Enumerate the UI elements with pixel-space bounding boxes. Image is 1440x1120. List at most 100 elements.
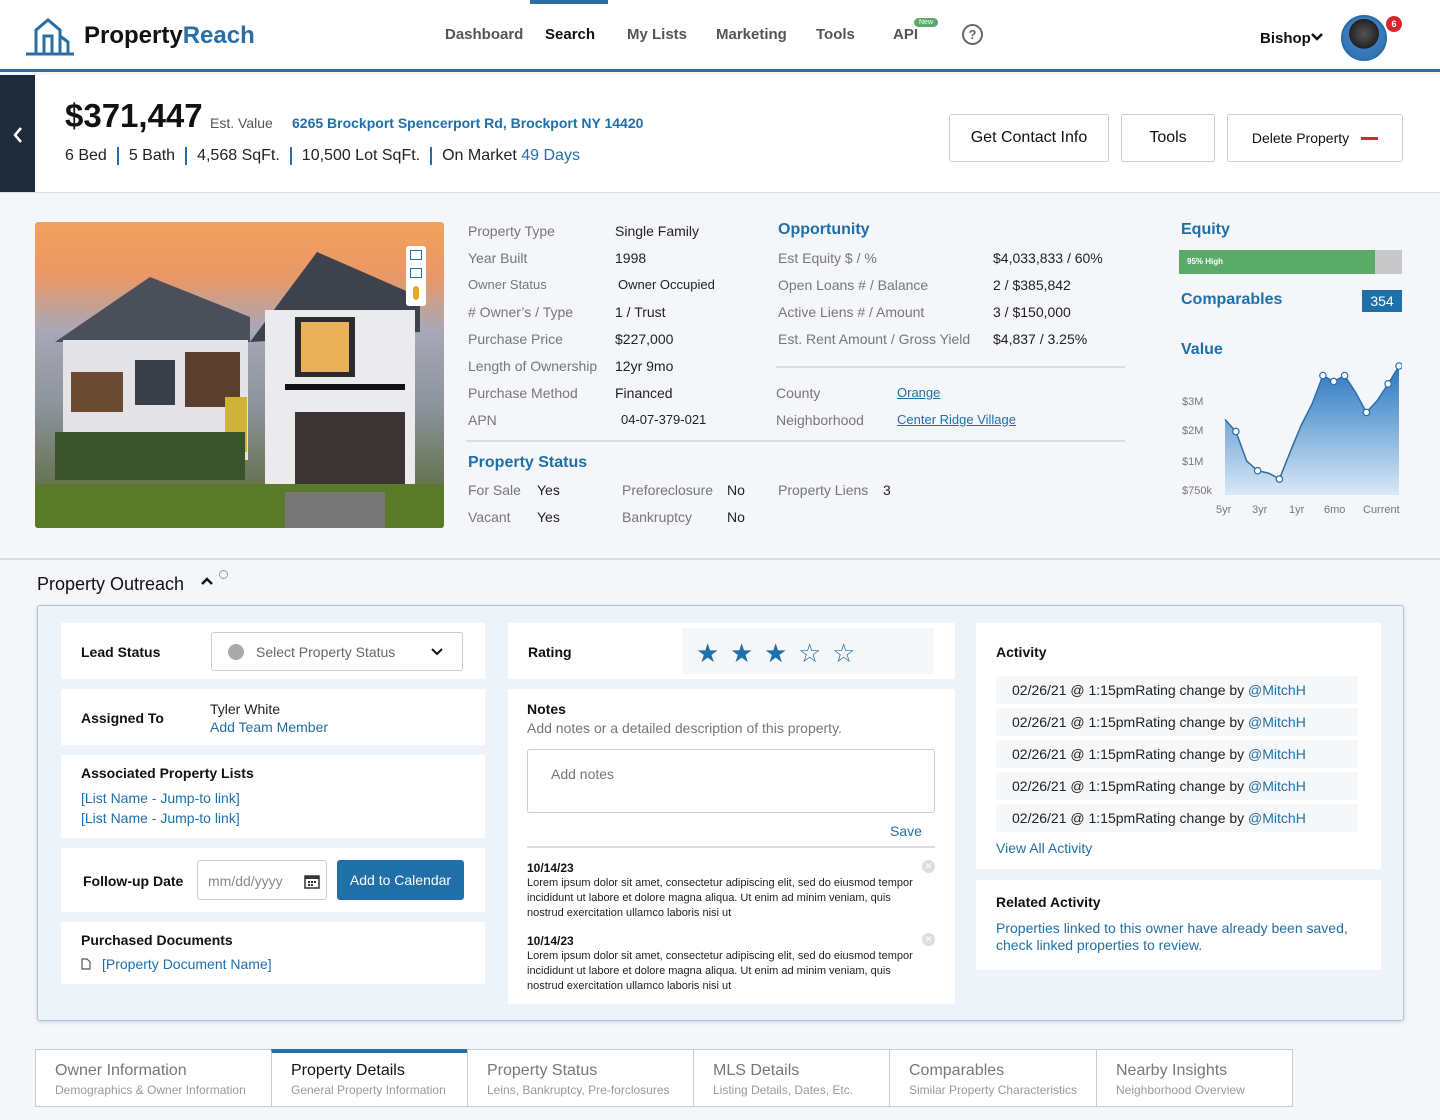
- add-to-calendar-button[interactable]: Add to Calendar: [337, 860, 464, 900]
- notes-label: Notes: [527, 701, 566, 717]
- detail-label: Owner Status: [468, 277, 547, 292]
- avatar[interactable]: [1341, 15, 1387, 61]
- activity-row: 02/26/21 @ 1:15pmRating change by @Mitch…: [996, 772, 1358, 800]
- detail-value: 1998: [615, 250, 647, 266]
- opportunity-value: $4,837 / 3.25%: [993, 331, 1088, 347]
- new-badge: New: [914, 18, 939, 27]
- notes-input[interactable]: Add notes: [527, 749, 935, 813]
- value-chart: [1224, 362, 1402, 495]
- photo-icon[interactable]: [410, 250, 422, 260]
- for-sale-label: For Sale: [468, 482, 521, 498]
- activity-user-link[interactable]: @MitchH: [1248, 746, 1306, 762]
- street-view-icon[interactable]: [413, 286, 419, 300]
- add-team-member-link[interactable]: Add Team Member: [210, 719, 328, 735]
- close-icon[interactable]: ✕: [922, 860, 935, 873]
- activity-row: 02/26/21 @ 1:15pmRating change by @Mitch…: [996, 708, 1358, 736]
- detail-label: Property Type: [468, 223, 555, 239]
- star-icon[interactable]: ☆: [798, 638, 821, 669]
- property-address[interactable]: 6265 Brockport Spencerport Rd, Brockport…: [292, 115, 643, 131]
- document-link[interactable]: [Property Document Name]: [102, 956, 272, 972]
- logo[interactable]: PropertyReach: [24, 16, 255, 56]
- lead-status-select[interactable]: Select Property Status: [211, 632, 463, 671]
- activity-user-link[interactable]: @MitchH: [1248, 778, 1306, 794]
- user-menu[interactable]: Bishop: [1260, 30, 1311, 47]
- divider: [466, 440, 1125, 442]
- value-point: [1232, 427, 1240, 436]
- nav-marketing[interactable]: Marketing: [716, 26, 787, 43]
- star-icon[interactable]: ★: [696, 638, 719, 669]
- nav-search[interactable]: Search: [545, 26, 595, 43]
- top-nav: PropertyReach Dashboard Search My Lists …: [0, 0, 1440, 72]
- delete-property-button[interactable]: Delete Property: [1227, 114, 1403, 162]
- chevron-left-icon: [12, 127, 22, 144]
- rating-label: Rating: [528, 644, 572, 660]
- detail-label: Length of Ownership: [468, 358, 598, 374]
- x-tick: 5yr: [1216, 504, 1232, 516]
- document-icon: [81, 958, 91, 970]
- comparables-title[interactable]: Comparables: [1181, 291, 1282, 309]
- x-tick: 6mo: [1324, 504, 1346, 516]
- nav-dashboard[interactable]: Dashboard: [445, 26, 523, 43]
- value-title: Value: [1181, 341, 1223, 358]
- detail-label: Purchase Price: [468, 331, 563, 347]
- activity-user-link[interactable]: @MitchH: [1248, 682, 1306, 698]
- est-value-label: Est. Value: [210, 115, 273, 131]
- notes-placeholder: Add notes: [551, 766, 615, 782]
- activity-row: 02/26/21 @ 1:15pmRating change by @Mitch…: [996, 804, 1358, 832]
- tab-property-status[interactable]: Property Status Leins, Bankruptcy, Pre-fo…: [467, 1049, 694, 1107]
- chevron-down-icon[interactable]: [1310, 30, 1324, 45]
- related-activity-link[interactable]: Properties linked to this owner have alr…: [996, 920, 1356, 954]
- nav-my-lists[interactable]: My Lists: [627, 26, 687, 43]
- calendar-icon[interactable]: [304, 873, 320, 889]
- list-link[interactable]: [List Name - Jump-to link]: [81, 810, 240, 826]
- get-contact-info-button[interactable]: Get Contact Info: [949, 114, 1109, 162]
- view-all-activity-link[interactable]: View All Activity: [996, 840, 1092, 856]
- star-icon[interactable]: ★: [730, 638, 753, 669]
- neighborhood-link[interactable]: Center Ridge Village: [897, 412, 1016, 427]
- equity-fill: 95% High: [1179, 250, 1376, 274]
- divider: [776, 366, 1125, 368]
- beds: 6 Bed: [65, 147, 107, 164]
- opportunity-label: Active Liens # / Amount: [778, 304, 925, 320]
- tab-nearby-insights[interactable]: Nearby Insights Neighborhood Overview: [1096, 1049, 1293, 1107]
- section-divider: [0, 558, 1440, 560]
- detail-value: 12yr 9mo: [615, 358, 674, 374]
- property-specs: 6 Bed 5 Bath 4,568 SqFt. 10,500 Lot SqFt…: [65, 147, 580, 165]
- activity-user-link[interactable]: @MitchH: [1248, 714, 1306, 730]
- help-icon[interactable]: ?: [962, 24, 983, 45]
- tab-mls-details[interactable]: MLS Details Listing Details, Dates, Etc.: [693, 1049, 890, 1107]
- close-icon[interactable]: ✕: [922, 933, 935, 946]
- property-photo[interactable]: [35, 222, 444, 528]
- tab-owner-information[interactable]: Owner Information Demographics & Owner In…: [35, 1049, 272, 1107]
- star-icon[interactable]: ★: [764, 638, 787, 669]
- nav-api[interactable]: API: [893, 26, 918, 43]
- note-text: Lorem ipsum dolor sit amet, consectetur …: [527, 877, 913, 919]
- detail-label: # Owner’s / Type: [468, 304, 574, 320]
- map-icon[interactable]: [410, 268, 422, 278]
- property-header: $371,447 Est. Value 6265 Brockport Spenc…: [0, 75, 1440, 193]
- comparables-count[interactable]: 354: [1362, 290, 1402, 312]
- for-sale-value: Yes: [537, 482, 560, 498]
- chevron-up-icon[interactable]: [200, 576, 214, 586]
- y-tick: $1M: [1182, 456, 1204, 468]
- tools-button[interactable]: Tools: [1121, 114, 1215, 162]
- save-notes-button[interactable]: Save: [890, 823, 922, 839]
- tab-property-details[interactable]: Property Details General Property Informa…: [271, 1049, 468, 1107]
- list-link[interactable]: [List Name - Jump-to link]: [81, 790, 240, 806]
- y-tick: $750k: [1182, 485, 1212, 497]
- opportunity-value: $4,033,833 / 60%: [993, 250, 1103, 266]
- activity-user-link[interactable]: @MitchH: [1248, 810, 1306, 826]
- county-link[interactable]: Orange: [897, 385, 940, 400]
- star-icon[interactable]: ☆: [832, 638, 855, 669]
- baths: 5 Bath: [128, 147, 176, 164]
- date-input[interactable]: mm/dd/yyyy: [197, 860, 327, 900]
- detail-value: Financed: [615, 385, 673, 401]
- value-point: [1329, 377, 1338, 386]
- divider: [527, 846, 935, 848]
- nav-tools[interactable]: Tools: [816, 26, 855, 43]
- photo-toolbar: [406, 246, 426, 306]
- info-icon[interactable]: [219, 570, 228, 579]
- related-activity-card: Related Activity Properties linked to th…: [976, 880, 1381, 970]
- back-button[interactable]: [0, 75, 35, 192]
- tab-comparables[interactable]: Comparables Similar Property Characterist…: [889, 1049, 1097, 1107]
